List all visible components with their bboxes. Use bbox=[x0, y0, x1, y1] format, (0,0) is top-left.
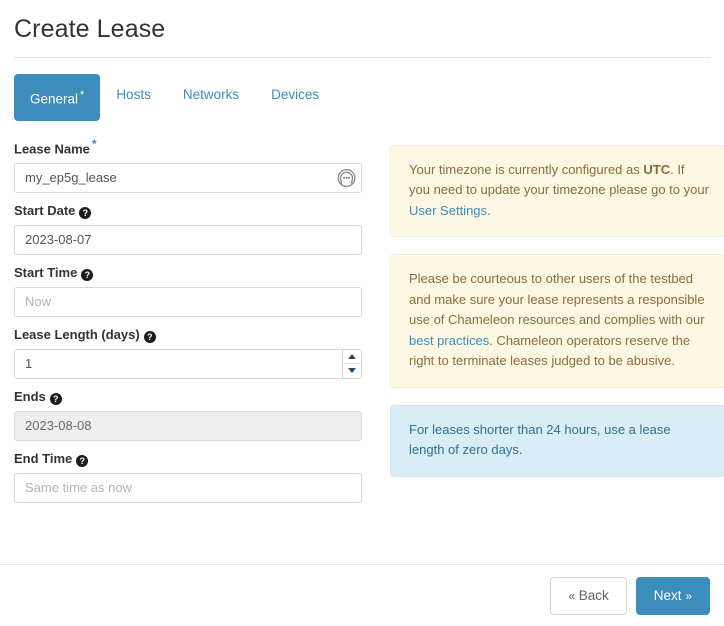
tab-hosts-label: Hosts bbox=[116, 87, 151, 102]
start-date-input[interactable] bbox=[14, 224, 362, 255]
start-time-label: Start Time? bbox=[14, 264, 362, 282]
help-icon[interactable]: ? bbox=[81, 268, 94, 281]
tab-networks[interactable]: Networks bbox=[167, 74, 255, 116]
lease-name-input[interactable] bbox=[14, 162, 362, 193]
tab-devices-label: Devices bbox=[271, 87, 320, 102]
lease-name-input-wrap bbox=[14, 162, 362, 193]
timezone-alert-emphasis: UTC bbox=[643, 161, 671, 177]
short-lease-info-text: For leases shorter than 24 hours, use a … bbox=[409, 421, 671, 458]
ends-input bbox=[14, 410, 362, 441]
start-time-label-text: Start Time bbox=[14, 264, 78, 280]
create-lease-page: Create Lease General * Hosts Networks Dev… bbox=[0, 0, 724, 626]
start-date-label: Start Date? bbox=[14, 202, 362, 220]
lease-length-label-text: Lease Length (days) bbox=[14, 326, 140, 342]
help-icon[interactable]: ? bbox=[76, 454, 89, 467]
tab-hosts[interactable]: Hosts bbox=[100, 74, 167, 116]
timezone-alert: Your timezone is currently configured as… bbox=[390, 144, 724, 237]
lease-name-label-text: Lease Name bbox=[14, 140, 90, 156]
lease-form-body: Lease Name * my_ep5g_lease Start Date ? … bbox=[0, 121, 724, 512]
courtesy-alert-text-before: Please be courteous to other users of th… bbox=[409, 271, 705, 327]
short-lease-info-alert: For leases shorter than 24 hours, use a … bbox=[390, 404, 724, 477]
increment-icon[interactable] bbox=[342, 349, 361, 364]
timezone-alert-text-after: . bbox=[487, 202, 491, 218]
field-ends: Ends? bbox=[14, 388, 362, 441]
alerts-column: Your timezone is currently configured as… bbox=[390, 135, 724, 512]
timezone-alert-text-before: Your timezone is currently configured as bbox=[409, 161, 644, 177]
tab-general-label: General bbox=[30, 91, 79, 107]
user-settings-link[interactable]: User Settings bbox=[409, 203, 487, 218]
best-practices-link[interactable]: best practices bbox=[409, 333, 489, 348]
lease-length-input[interactable] bbox=[14, 348, 362, 379]
wizard-tabs: General * Hosts Networks Devices bbox=[0, 58, 724, 121]
end-time-label-text: End Time bbox=[14, 450, 73, 466]
next-button-label: Next bbox=[653, 587, 682, 603]
help-icon[interactable]: ? bbox=[143, 330, 156, 343]
end-time-input[interactable] bbox=[14, 472, 362, 503]
decrement-icon[interactable] bbox=[342, 363, 361, 378]
field-end-time: End Time? bbox=[14, 450, 362, 503]
page-title: Create Lease bbox=[14, 15, 166, 43]
lease-length-stepper bbox=[14, 348, 362, 379]
next-chevron-icon: » bbox=[685, 588, 692, 603]
wizard-footer: « Back Next » bbox=[0, 565, 724, 626]
lease-name-required-marker: * bbox=[91, 136, 97, 151]
page-header: Create Lease bbox=[0, 0, 724, 58]
end-time-label: End Time? bbox=[14, 450, 362, 468]
start-date-label-text: Start Date bbox=[14, 202, 76, 218]
lease-name-label: Lease Name * bbox=[14, 135, 362, 158]
tab-general[interactable]: General * bbox=[14, 74, 101, 121]
lease-length-label: Lease Length (days)? bbox=[14, 326, 362, 344]
help-icon[interactable]: ? bbox=[49, 392, 62, 405]
form-column: Lease Name * my_ep5g_lease Start Date ? … bbox=[14, 135, 362, 512]
field-lease-length: Lease Length (days)? bbox=[14, 326, 362, 379]
start-time-input[interactable] bbox=[14, 286, 362, 317]
back-button[interactable]: « Back bbox=[550, 576, 627, 615]
back-chevron-icon: « bbox=[568, 588, 575, 603]
tab-general-required-marker: * bbox=[80, 89, 85, 101]
tab-devices[interactable]: Devices bbox=[255, 74, 335, 116]
ends-label-text: Ends bbox=[14, 388, 46, 404]
back-button-label: Back bbox=[578, 587, 609, 603]
spinner-controls bbox=[342, 349, 361, 378]
field-lease-name: Lease Name * bbox=[14, 135, 362, 193]
ends-label: Ends? bbox=[14, 388, 362, 406]
courtesy-alert: Please be courteous to other users of th… bbox=[390, 254, 724, 388]
tab-networks-label: Networks bbox=[182, 87, 240, 102]
next-button[interactable]: Next » bbox=[635, 576, 710, 615]
field-start-time: Start Time? bbox=[14, 264, 362, 317]
password-manager-icon[interactable] bbox=[337, 168, 356, 187]
help-icon[interactable]: ? bbox=[79, 206, 92, 219]
field-start-date: Start Date? bbox=[14, 202, 362, 255]
